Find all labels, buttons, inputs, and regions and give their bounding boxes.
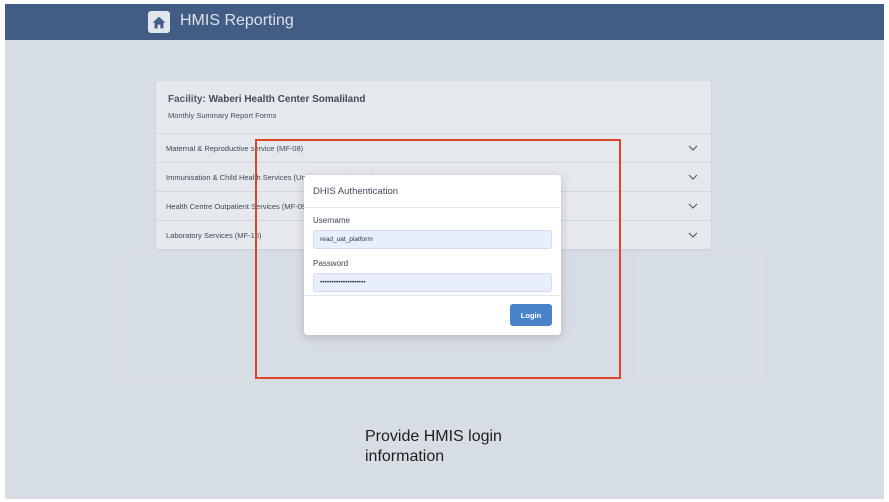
- annotation-caption: Provide HMIS login information: [365, 427, 565, 467]
- caption-line-2: information: [365, 448, 445, 465]
- annotation-highlight-box: [255, 139, 621, 379]
- app-window: HMIS Reporting Facility: Waberi Health C…: [5, 4, 884, 499]
- caption-line-1: Provide HMIS login: [365, 428, 502, 445]
